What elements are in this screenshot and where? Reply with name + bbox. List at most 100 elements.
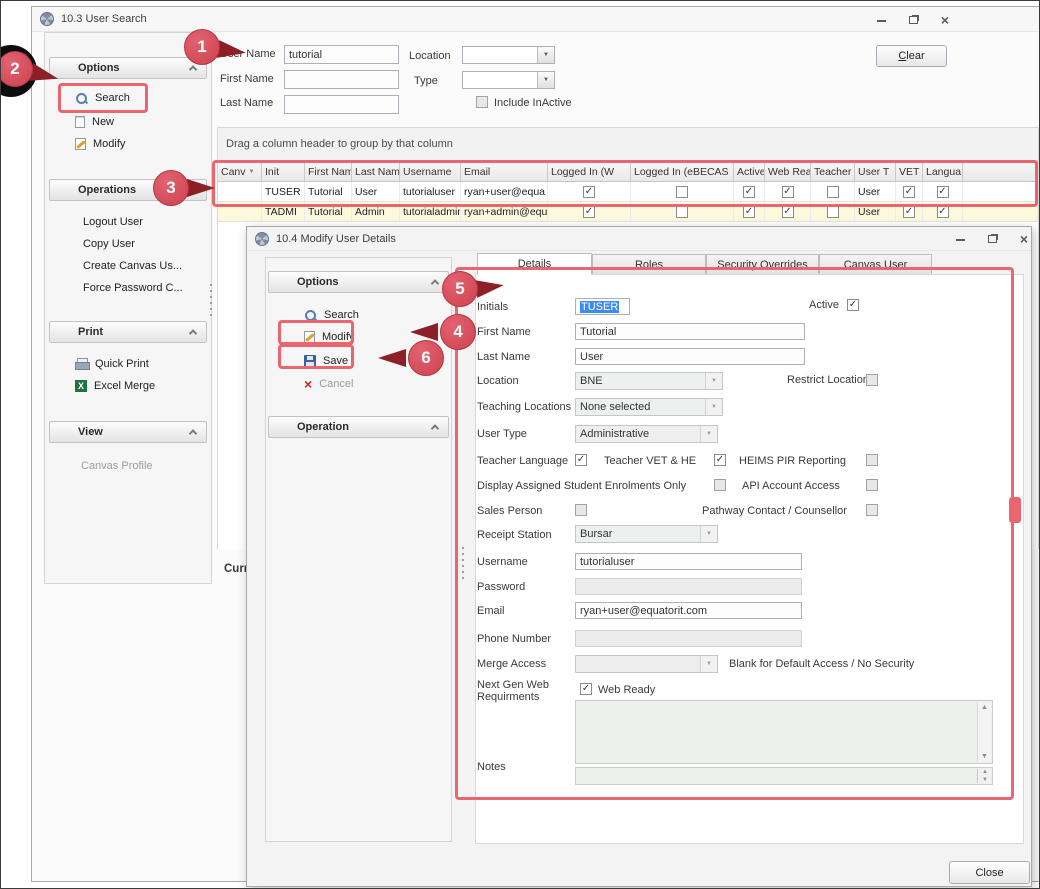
location-dropdown[interactable] <box>462 46 555 64</box>
new-document-icon <box>75 116 85 128</box>
chevron-up-icon <box>189 65 197 73</box>
web-ready-checkbox[interactable]: ✓ <box>782 206 794 218</box>
window-title: 10.3 User Search <box>61 13 147 25</box>
maximize-icon <box>988 235 997 243</box>
callout-4-arrow-icon <box>410 323 438 341</box>
options-header-label: Options <box>78 62 120 74</box>
search-sidebar: Options Search New Modify Operations Log… <box>44 32 212 584</box>
close-icon: × <box>941 13 949 27</box>
view-panel-header[interactable]: View <box>49 421 207 443</box>
printer-icon <box>75 358 88 370</box>
dropdown-arrow-icon[interactable] <box>537 47 554 63</box>
annotation-box-save <box>278 344 354 369</box>
canvas-profile-label: Canvas Profile <box>81 460 153 472</box>
group-by-panel[interactable]: Drag a column header to group by that co… <box>217 127 1039 161</box>
logged-in-ebecas-checkbox[interactable] <box>676 206 688 218</box>
callout-6-arrow-icon <box>378 349 406 367</box>
sidebar-item-logout-user[interactable]: Logout User <box>83 213 143 231</box>
close-button-label: Close <box>975 867 1003 879</box>
chevron-up-icon <box>431 279 439 287</box>
cancel-x-icon: × <box>304 378 312 390</box>
modify-user-titlebar[interactable]: 10.4 Modify User Details <box>247 227 1031 251</box>
close-dialog-button[interactable]: Close <box>949 861 1030 884</box>
type-label: Type <box>414 75 438 87</box>
clear-button[interactable]: Clear <box>876 45 947 67</box>
last-name-input[interactable] <box>284 95 399 114</box>
window-controls: × <box>947 231 1037 246</box>
window-title: 10.4 Modify User Details <box>276 233 396 245</box>
chevron-up-icon <box>431 424 439 432</box>
minimize-button[interactable] <box>947 231 973 246</box>
sidebar-item-copy-user[interactable]: Copy User <box>83 235 135 253</box>
options-panel-header[interactable]: Options <box>268 271 449 293</box>
app-logo-icon <box>255 232 269 246</box>
close-button[interactable]: × <box>932 12 958 27</box>
close-icon: × <box>1020 232 1028 246</box>
force-password-label: Force Password C... <box>83 282 183 294</box>
edit-icon <box>75 138 86 150</box>
callout-6: 6 <box>408 340 444 376</box>
copy-user-label: Copy User <box>83 238 135 250</box>
teacher-checkbox[interactable] <box>827 206 839 218</box>
location-value <box>463 47 537 63</box>
excel-icon <box>75 380 87 392</box>
vet-checkbox[interactable]: ✓ <box>903 206 915 218</box>
sidebar-item-canvas-profile[interactable]: Canvas Profile <box>81 457 153 475</box>
user-name-input[interactable]: tutorial <box>284 45 399 64</box>
sidebar-item-new[interactable]: New <box>75 113 114 131</box>
modify-label: Modify <box>93 138 125 150</box>
annotation-box-details-form <box>455 267 1014 800</box>
logout-user-label: Logout User <box>83 216 143 228</box>
close-button[interactable]: × <box>1011 231 1037 246</box>
minimize-icon <box>877 18 886 22</box>
clear-button-label-rest: lear <box>906 50 924 62</box>
print-panel-header[interactable]: Print <box>49 321 207 343</box>
app-logo-icon <box>40 12 54 26</box>
callout-1-arrow-icon <box>217 40 247 62</box>
callout-5: 5 <box>442 271 478 307</box>
callout-3: 3 <box>153 170 189 206</box>
type-value <box>463 72 537 88</box>
group-by-hint: Drag a column header to group by that co… <box>226 138 453 150</box>
window-controls: × <box>868 12 958 27</box>
dropdown-arrow-icon[interactable] <box>537 72 554 88</box>
annotation-box-search <box>58 83 148 113</box>
sidebar-item-create-canvas-user[interactable]: Create Canvas Us... <box>83 257 182 275</box>
chevron-up-icon <box>189 329 197 337</box>
annotation-mark <box>1009 497 1021 523</box>
include-inactive-checkbox[interactable] <box>476 96 488 108</box>
callout-3-arrow-icon <box>187 179 215 197</box>
annotation-box-result-row <box>212 160 1038 207</box>
maximize-button[interactable] <box>979 231 1005 246</box>
minimize-button[interactable] <box>868 12 894 27</box>
cancel-label: Cancel <box>319 378 353 390</box>
sidebar-splitter-handle[interactable] <box>209 282 213 316</box>
excel-merge-label: Excel Merge <box>94 380 155 392</box>
type-dropdown[interactable] <box>462 71 555 89</box>
new-label: New <box>92 116 114 128</box>
maximize-icon <box>909 16 918 24</box>
first-name-input[interactable] <box>284 70 399 89</box>
logged-in-web-checkbox[interactable]: ✓ <box>583 206 595 218</box>
callout-5-arrow-icon <box>475 276 505 298</box>
sidebar-item-modify[interactable]: Modify <box>75 135 125 153</box>
minimize-icon <box>956 237 965 241</box>
options-header-label: Options <box>297 276 339 288</box>
callout-1: 1 <box>184 29 220 65</box>
sidebar-item-excel-merge[interactable]: Excel Merge <box>75 377 155 395</box>
last-name-label: Last Name <box>220 97 273 109</box>
maximize-button[interactable] <box>900 12 926 27</box>
operation-panel-header[interactable]: Operation <box>268 416 449 438</box>
annotation-box-modify <box>278 320 354 345</box>
sidebar-item-cancel[interactable]: × Cancel <box>304 375 353 393</box>
callout-4: 4 <box>440 314 476 350</box>
options-panel-header[interactable]: Options <box>49 57 207 79</box>
chevron-up-icon <box>189 429 197 437</box>
active-checkbox[interactable]: ✓ <box>743 206 755 218</box>
operation-header-label: Operation <box>297 421 349 433</box>
sidebar-item-force-password-change[interactable]: Force Password C... <box>83 279 183 297</box>
operations-header-label: Operations <box>78 184 136 196</box>
clear-button-label-first: C <box>898 50 906 62</box>
language-checkbox[interactable]: ✓ <box>937 206 949 218</box>
sidebar-item-quick-print[interactable]: Quick Print <box>75 355 149 373</box>
